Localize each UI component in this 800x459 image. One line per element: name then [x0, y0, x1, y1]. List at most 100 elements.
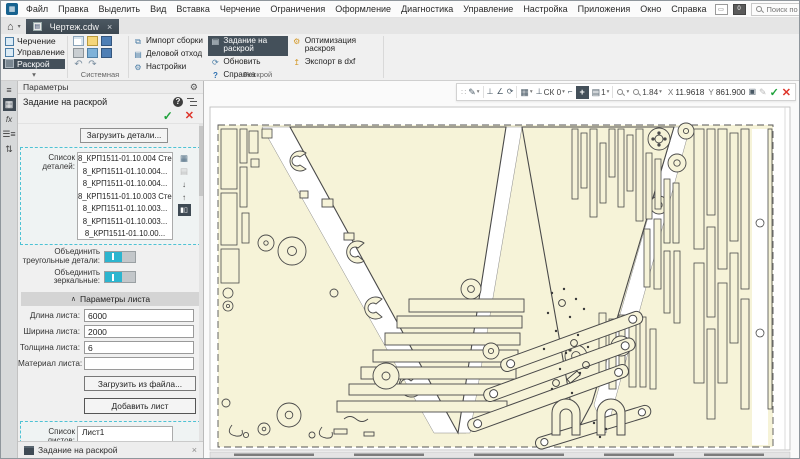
sheet-width-input[interactable]	[84, 325, 194, 338]
title-bar: ▦ Файл Правка Выделить Вид Вставка Черче…	[1, 1, 799, 18]
layer-dropdown[interactable]: ▤1▾	[592, 85, 610, 99]
part-list-item[interactable]: 8_КРП1511-01.10.004...	[78, 166, 172, 179]
apply-check-icon[interactable]: ✓	[163, 110, 173, 122]
sheet-thickness-input[interactable]	[84, 341, 194, 354]
footer-close-icon[interactable]: ×	[192, 445, 197, 455]
menu-constraints[interactable]: Ограничения	[266, 3, 329, 15]
panel-help-icon[interactable]: ?	[173, 97, 183, 107]
parts-listbox[interactable]: 8_КРП1511-01.10.004 Сте... 8_КРП1511-01.…	[77, 152, 173, 240]
import-assembly-label: Импорт сборки	[146, 37, 203, 45]
sheet-length-input[interactable]	[84, 309, 194, 322]
import-assembly-button[interactable]: ⧉Импорт сборки	[131, 36, 206, 48]
export-dxf-button[interactable]: ↥Экспорт в dxf	[290, 57, 381, 69]
menu-view[interactable]: Вид	[146, 3, 170, 15]
tree-panel-icon[interactable]: ≡	[3, 83, 16, 96]
list-view-icon[interactable]: ▤	[178, 165, 191, 177]
layers-panel-icon[interactable]: ☰≡	[3, 128, 16, 141]
menu-settings[interactable]: Настройка	[519, 3, 571, 15]
save-icon[interactable]	[101, 36, 112, 46]
menu-diagnostics[interactable]: Диагностика	[397, 3, 457, 15]
app-logo-icon: ▦	[6, 3, 18, 15]
variables-panel-icon[interactable]: fx	[3, 113, 16, 126]
business-waste-button[interactable]: ▤Деловой отход	[131, 49, 206, 61]
merge-triangular-toggle[interactable]	[104, 251, 136, 263]
set-drawing-button[interactable]: Черчение	[3, 36, 65, 46]
angle-constraint-icon[interactable]: ∠	[497, 85, 504, 99]
set-management-button[interactable]: Управление	[3, 47, 65, 57]
save-as-icon[interactable]	[101, 48, 112, 58]
home-icon[interactable]: ⌂	[5, 20, 16, 34]
part-list-item[interactable]: 8_КРП1511-01.10.003 Сте...	[78, 191, 172, 204]
search-input[interactable]	[767, 5, 800, 14]
parameters-panel-icon[interactable]: ▦	[3, 98, 16, 111]
menu-insert[interactable]: Вставка	[172, 3, 213, 15]
part-list-item[interactable]: 8_КРП1511-01.10.004 Сте...	[78, 153, 172, 166]
part-list-item[interactable]: 8_КРП1511-01.10.00...	[78, 228, 172, 240]
cancel-x-icon[interactable]: ✕	[185, 110, 194, 122]
layout-toggle-icon[interactable]: ▭	[715, 4, 728, 15]
panel-scrollbar[interactable]	[199, 124, 203, 441]
zoom-value-dropdown[interactable]: 1.84▾	[632, 88, 662, 97]
panel-gear-icon[interactable]: ⚙	[190, 81, 198, 94]
grid-toggle-dropdown[interactable]: ▦▾	[520, 85, 532, 99]
menu-applications[interactable]: Приложения	[574, 3, 635, 15]
management-set-icon	[5, 48, 14, 57]
selected-view-icon[interactable]: ▮▯	[178, 204, 191, 216]
redo-icon[interactable]: ↷	[87, 60, 98, 70]
table-view-icon[interactable]: ▦	[178, 152, 191, 164]
set-selector-caret-icon[interactable]: ▾	[3, 70, 65, 80]
add-sheet-button[interactable]: Добавить лист	[84, 398, 196, 414]
undo-icon[interactable]: ↶	[73, 60, 84, 70]
command-search[interactable]	[751, 3, 800, 16]
reorder-panel-icon[interactable]: ⇅	[3, 143, 16, 156]
new-document-icon[interactable]	[73, 36, 84, 46]
load-from-file-button[interactable]: Загрузить из файла...	[84, 376, 196, 391]
tab-list-caret-icon[interactable]: ▾	[16, 20, 23, 34]
sheet-list-item[interactable]: Лист1	[78, 427, 172, 440]
menu-window[interactable]: Окно	[636, 3, 665, 15]
nesting-task-label: Задание на раскрой	[223, 37, 285, 54]
menu-select[interactable]: Выделить	[95, 3, 145, 15]
menu-styling[interactable]: Оформление	[331, 3, 395, 15]
open-document-icon[interactable]	[87, 36, 98, 46]
part-list-item[interactable]: 8_КРП1511-01.10.004...	[78, 178, 172, 191]
snap-toggle-button[interactable]: +	[576, 86, 589, 99]
abort-x-icon[interactable]: ✕	[782, 86, 791, 99]
sheet-material-input[interactable]	[84, 357, 194, 370]
tab-close-icon[interactable]: ×	[107, 22, 112, 32]
perpendicular-constraint-icon[interactable]: ⊥	[487, 85, 494, 99]
rotate-constraint-icon[interactable]: ⟳	[507, 85, 514, 99]
drawing-canvas[interactable]: ∷ ✎▾ ⊥ ∠ ⟳ ▦▾ ⊥СК 0▾ ⌐ + ▤1▾ ▾ 1.84▾ X11…	[204, 81, 799, 458]
menu-drawing[interactable]: Черчение	[216, 3, 265, 15]
load-parts-button[interactable]: Загрузить детали...	[80, 128, 168, 143]
confirm-check-icon[interactable]: ✓	[770, 86, 779, 99]
menu-management[interactable]: Управление	[459, 3, 517, 15]
menu-edit[interactable]: Правка	[54, 3, 92, 15]
move-up-icon[interactable]: ↑	[178, 191, 191, 203]
coordinate-system-dropdown[interactable]: ⊥СК 0▾	[536, 85, 565, 99]
coordinate-input-icon[interactable]: ▣	[748, 85, 756, 99]
menu-file[interactable]: Файл	[22, 3, 52, 15]
sheet-parameters-section[interactable]: ∧ Параметры листа	[21, 292, 200, 306]
zoom-tool-dropdown[interactable]: ▾	[616, 88, 629, 97]
part-list-item[interactable]: 8_КРП1511-01.10.003...	[78, 216, 172, 229]
optimize-gear-icon: ⚙	[292, 37, 302, 47]
refresh-button[interactable]: ⟳Обновить	[208, 57, 287, 69]
set-drawing-label: Черчение	[17, 36, 56, 46]
optimize-nesting-button[interactable]: ⚙Оптимизация раскроя	[290, 36, 381, 56]
part-list-item[interactable]: 8_КРП1511-01.10.003...	[78, 203, 172, 216]
move-down-icon[interactable]: ↓	[178, 178, 191, 190]
ortho-mode-icon[interactable]: ⌐	[568, 85, 573, 99]
panel-tree-icon[interactable]	[187, 97, 198, 107]
print-icon[interactable]	[73, 48, 84, 58]
document-tab[interactable]: ▤ Чертеж.cdw ×	[26, 19, 120, 34]
send-icon[interactable]	[87, 48, 98, 58]
toolbar-grip[interactable]: ∷	[461, 88, 465, 97]
merge-mirrored-toggle[interactable]	[104, 271, 136, 283]
rec-macro-icon[interactable]: 0	[733, 4, 746, 15]
draw-style-dropdown[interactable]: ✎▾	[468, 85, 479, 99]
set-nesting-button[interactable]: Раскрой	[3, 59, 65, 69]
menu-help[interactable]: Справка	[667, 3, 710, 15]
panel-footer-tab[interactable]: Задание на раскрой ×	[18, 441, 203, 458]
nesting-task-button[interactable]: ▤Задание на раскрой	[208, 36, 287, 56]
